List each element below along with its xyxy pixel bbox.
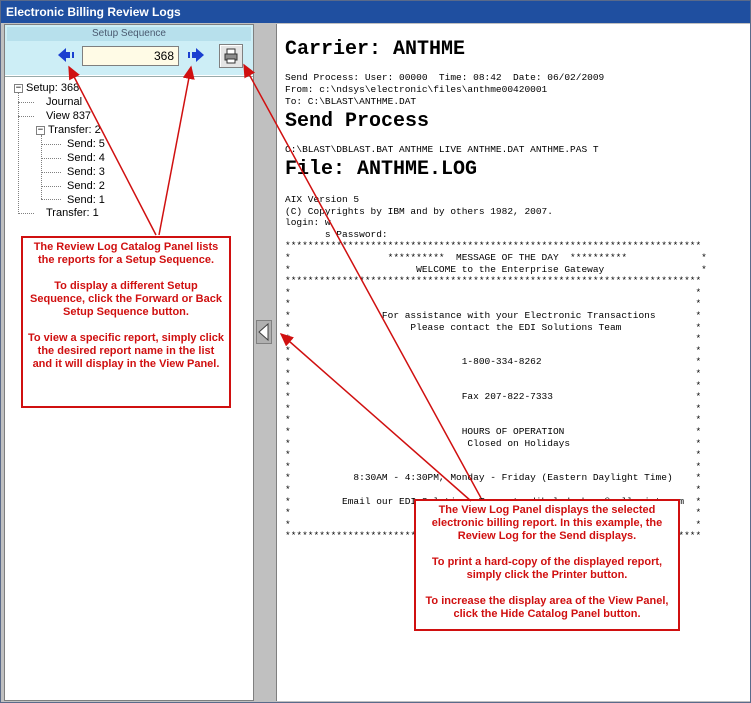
tree-item-send-1[interactable]: Send: 1	[67, 193, 105, 207]
setup-sequence-input[interactable]: 368	[82, 46, 179, 66]
log-line: * For assistance with your Electronic Tr…	[285, 310, 702, 321]
forward-sequence-button[interactable]	[185, 47, 205, 63]
file-heading: File: ANTHME.LOG	[285, 158, 478, 181]
log-line: * 8:30AM - 4:30PM, Monday - Friday (East…	[285, 472, 702, 484]
log-line: * *	[285, 333, 702, 345]
back-arrow-icon	[58, 48, 74, 62]
log-line: * HOURS OF OPERATION *	[285, 426, 702, 437]
log-line: * Please contact the EDI Solutions Team …	[285, 321, 702, 333]
window-title: Electronic Billing Review Logs	[1, 1, 750, 23]
log-line: * *	[285, 414, 702, 426]
log-line: * *	[285, 449, 702, 461]
back-sequence-button[interactable]	[57, 47, 77, 63]
tree-item-journal[interactable]: Journal	[46, 95, 82, 109]
setup-sequence-header: Setup Sequence 368	[5, 25, 253, 75]
tree-item-send-3[interactable]: Send: 3	[67, 165, 105, 179]
callout-paragraph: The Review Log Catalog Panel lists the r…	[33, 241, 219, 266]
tree-item-send-5[interactable]: Send: 5	[67, 137, 105, 151]
log-line: * 1-800-334-8262 *	[285, 356, 702, 368]
log-line: (C) Copyrights by IBM and by others 1982…	[285, 205, 553, 217]
log-line: * *	[285, 402, 702, 414]
log-line: * *	[285, 460, 702, 472]
hide-catalog-panel-button[interactable]	[256, 320, 272, 344]
setup-sequence-label: Setup Sequence	[7, 27, 251, 41]
log-line: * ********** MESSAGE OF THE DAY ********…	[285, 252, 707, 263]
tree-line	[41, 172, 61, 173]
tree-item-send-4[interactable]: Send: 4	[67, 151, 105, 165]
log-line: * *	[285, 286, 702, 298]
app-window: Electronic Billing Review Logs Setup Seq…	[0, 0, 751, 703]
tree-line	[41, 199, 61, 200]
hide-panel-arrow-icon	[258, 322, 269, 342]
tree-line	[41, 158, 61, 159]
tree-item-setup[interactable]: Setup: 368	[26, 81, 79, 95]
log-line: ****************************************…	[285, 240, 702, 252]
tree-line	[41, 186, 61, 187]
tree-line	[41, 144, 61, 145]
log-line: ****************************************…	[285, 275, 702, 287]
command-line: C:\BLAST\DBLAST.BAT ANTHME LIVE ANTHME.D…	[285, 144, 599, 155]
tree-line	[18, 213, 34, 214]
log-line: * *	[285, 298, 702, 310]
tree-item-send-2[interactable]: Send: 2	[67, 179, 105, 193]
log-line: * *	[285, 368, 702, 379]
tree-item-transfer-1[interactable]: Transfer: 1	[46, 206, 99, 220]
printer-button[interactable]	[219, 44, 243, 68]
log-line: * *	[285, 379, 702, 391]
collapse-transfer-toggle[interactable]: −	[36, 126, 45, 135]
log-line: login: w	[285, 217, 331, 229]
printer-icon	[224, 48, 238, 64]
log-line: * WELCOME to the Enterprise Gateway *	[285, 263, 707, 275]
log-line: * Fax 207-822-7333 *	[285, 391, 702, 403]
carrier-heading: Carrier: ANTHME	[285, 38, 466, 61]
tree-line	[18, 102, 34, 103]
collapse-setup-toggle[interactable]: −	[14, 84, 23, 93]
log-line: * *	[285, 344, 702, 356]
panel-splitter[interactable]	[254, 24, 276, 701]
log-line: AIX Version 5	[285, 194, 360, 205]
send-info-line: Send Process: User: 00000 Time: 08:42 Da…	[285, 72, 605, 83]
send-process-heading: Send Process	[285, 110, 430, 133]
view-panel-callout: The View Log Panel displays the selected…	[414, 499, 680, 631]
send-info-line: To: C:\BLAST\ANTHME.DAT	[285, 96, 417, 107]
log-line: s Password:	[285, 228, 388, 240]
tree-line	[18, 88, 19, 214]
send-info-line: From: c:\ndsys\electronic\files\anthme00…	[285, 84, 548, 95]
catalog-panel-callout: The Review Log Catalog Panel lists the r…	[21, 236, 231, 408]
callout-paragraph: The View Log Panel displays the selected…	[431, 504, 663, 542]
tree-item-view-837[interactable]: View 837	[46, 109, 91, 123]
callout-paragraph: To display a different Setup Sequence, c…	[30, 280, 222, 318]
callout-paragraph: To view a specific report, simply click …	[27, 332, 225, 370]
log-line: * *	[285, 484, 702, 495]
log-line: * Closed on Holidays *	[285, 437, 702, 449]
callout-paragraph: To increase the display area of the View…	[425, 595, 669, 620]
tree-item-transfer-2[interactable]: Transfer: 2	[48, 123, 101, 137]
tree-line	[18, 116, 34, 117]
forward-arrow-icon	[188, 48, 204, 62]
callout-paragraph: To print a hard-copy of the displayed re…	[431, 556, 663, 581]
